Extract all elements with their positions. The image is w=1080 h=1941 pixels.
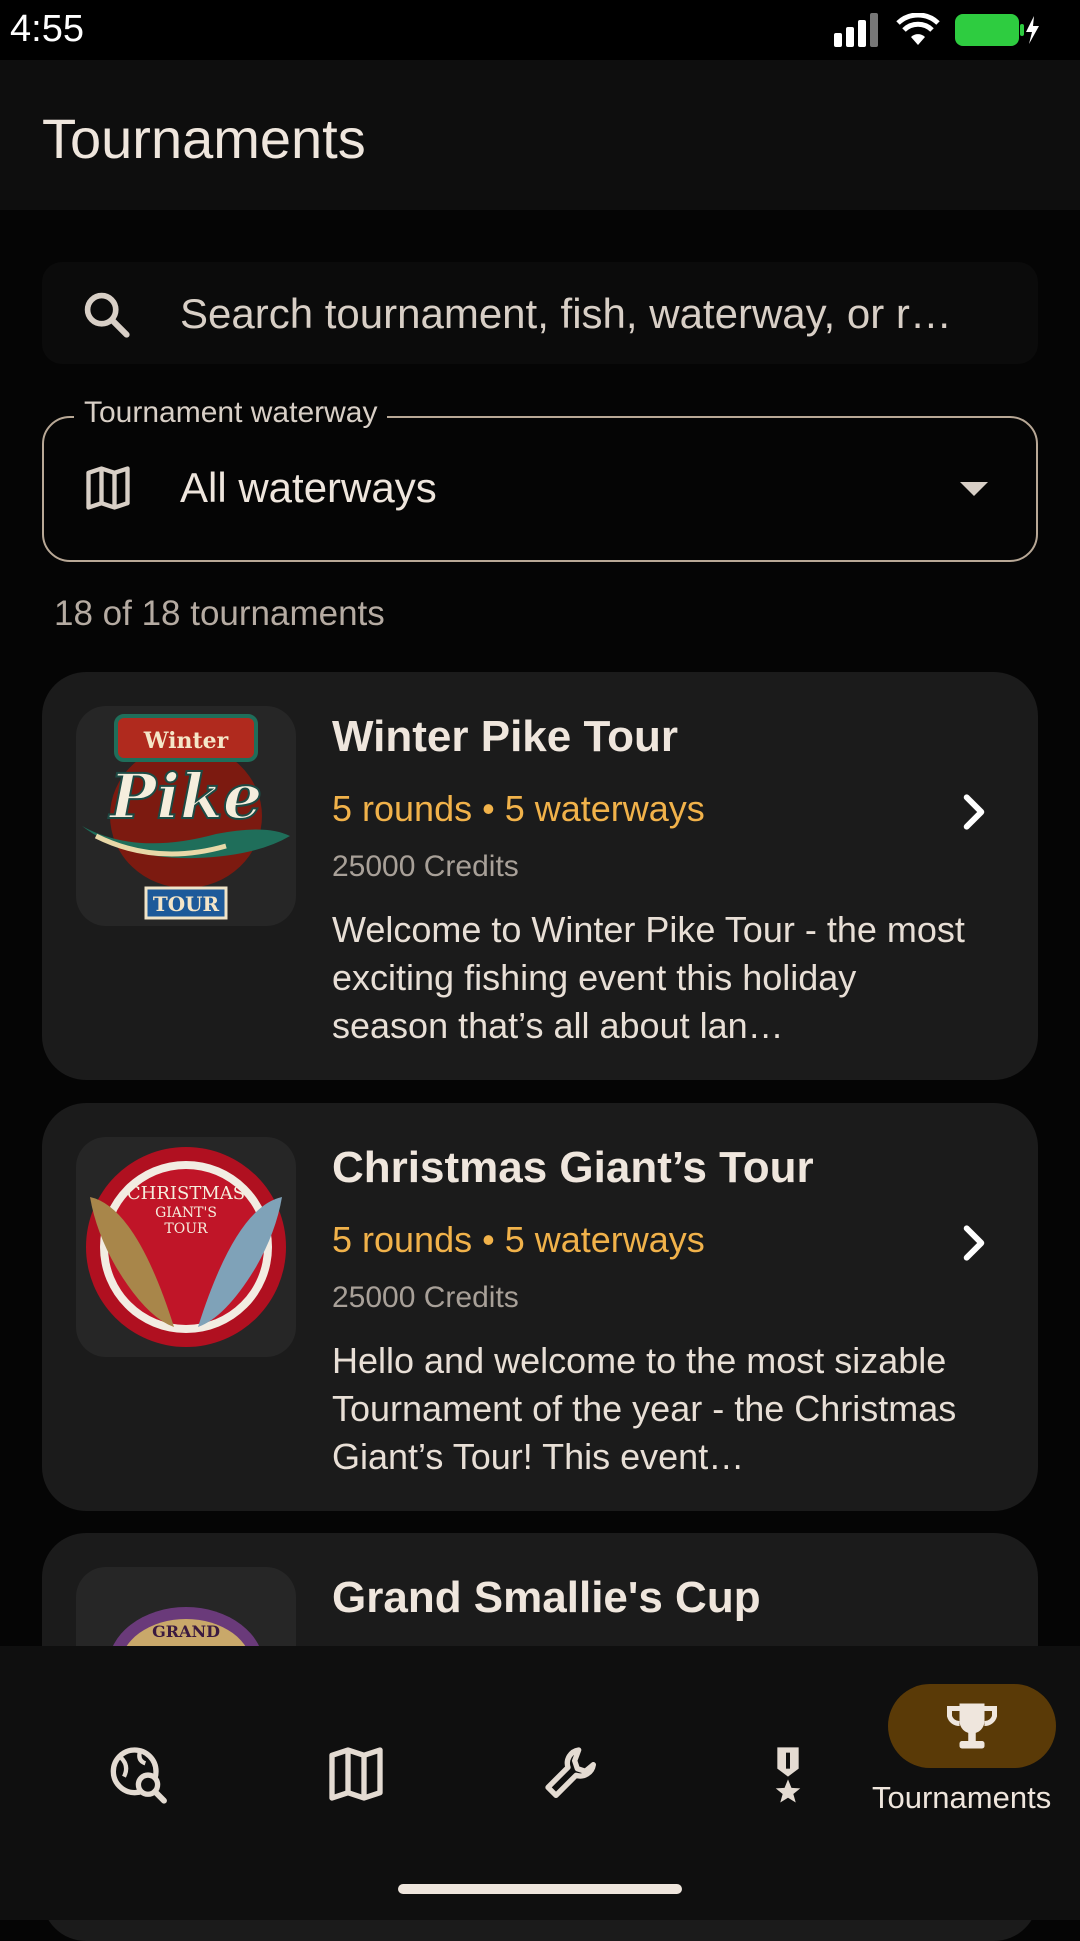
tournament-credits: 25000 Credits bbox=[332, 850, 519, 883]
map-icon bbox=[86, 466, 130, 510]
nav-tournaments-label[interactable]: Tournaments bbox=[872, 1780, 1051, 1816]
page-title: Tournaments bbox=[42, 107, 366, 170]
nav-tools[interactable] bbox=[498, 1724, 638, 1824]
tournament-card[interactable]: CHRISTMAS GIANT'S TOUR Christmas Giant’s… bbox=[42, 1103, 1038, 1511]
logo-text-winter: Winter bbox=[143, 728, 229, 754]
logo-text-tour: TOUR bbox=[153, 892, 220, 916]
logo-text-grand: GRAND bbox=[152, 1622, 220, 1641]
tournament-description: Welcome to Winter Pike Tour - the most e… bbox=[332, 909, 965, 1046]
tournament-meta: 5 rounds • 5 waterways bbox=[332, 1219, 705, 1260]
status-bar: 4:55 bbox=[0, 0, 1080, 60]
trophy-icon bbox=[947, 1703, 997, 1749]
dropdown-caret-icon bbox=[960, 482, 988, 496]
results-count: 18 of 18 tournaments bbox=[54, 594, 385, 633]
tournament-title: Christmas Giant’s Tour bbox=[332, 1143, 814, 1192]
home-indicator bbox=[398, 1884, 682, 1894]
nav-explore[interactable] bbox=[66, 1724, 206, 1824]
tournament-title: Grand Smallie's Cup bbox=[332, 1573, 761, 1622]
tournament-title: Winter Pike Tour bbox=[332, 712, 678, 761]
christmas-giants-tour-logo: CHRISTMAS GIANT'S TOUR bbox=[76, 1137, 296, 1357]
bottom-navigation: Tournaments bbox=[0, 1646, 1080, 1920]
logo-text-christmas: CHRISTMAS bbox=[127, 1183, 245, 1204]
tournament-description: Hello and welcome to the most sizable To… bbox=[332, 1340, 957, 1477]
battery-charging-icon bbox=[955, 14, 1039, 46]
tournament-meta: 5 rounds • 5 waterways bbox=[332, 788, 705, 829]
search-input[interactable]: Search tournament, fish, waterway, or r… bbox=[42, 262, 1038, 364]
waterway-dropdown-label: Tournament waterway bbox=[74, 396, 388, 430]
search-placeholder: Search tournament, fish, waterway, or r… bbox=[180, 290, 952, 337]
medal-icon bbox=[775, 1747, 801, 1803]
nav-tournaments-indicator[interactable] bbox=[888, 1684, 1056, 1768]
logo-text-tour: TOUR bbox=[164, 1221, 208, 1237]
signal-icon bbox=[834, 13, 882, 47]
map-icon bbox=[329, 1747, 383, 1801]
app-bar: Tournaments bbox=[0, 60, 1080, 210]
search-icon bbox=[84, 292, 130, 338]
nav-map[interactable] bbox=[282, 1724, 422, 1824]
tournament-credits: 25000 Credits bbox=[332, 1281, 519, 1314]
logo-text-pike: Pike bbox=[108, 760, 263, 833]
status-time: 4:55 bbox=[10, 8, 84, 50]
wifi-icon bbox=[896, 13, 940, 45]
tournament-card[interactable]: Winter Pike TOUR Winter Pike Tour 5 roun… bbox=[42, 672, 1038, 1080]
waterway-dropdown[interactable]: Tournament waterway All waterways bbox=[42, 396, 1038, 562]
nav-achievements[interactable] bbox=[714, 1724, 854, 1824]
chevron-right-icon bbox=[963, 794, 985, 830]
logo-text-giants: GIANT'S bbox=[155, 1205, 217, 1221]
winter-pike-tour-logo: Winter Pike TOUR bbox=[76, 706, 296, 926]
map-search-icon bbox=[110, 1747, 167, 1804]
status-icons bbox=[834, 12, 1040, 48]
chevron-right-icon bbox=[963, 1225, 985, 1261]
waterway-dropdown-value: All waterways bbox=[180, 464, 437, 511]
wrench-icon bbox=[545, 1747, 596, 1798]
